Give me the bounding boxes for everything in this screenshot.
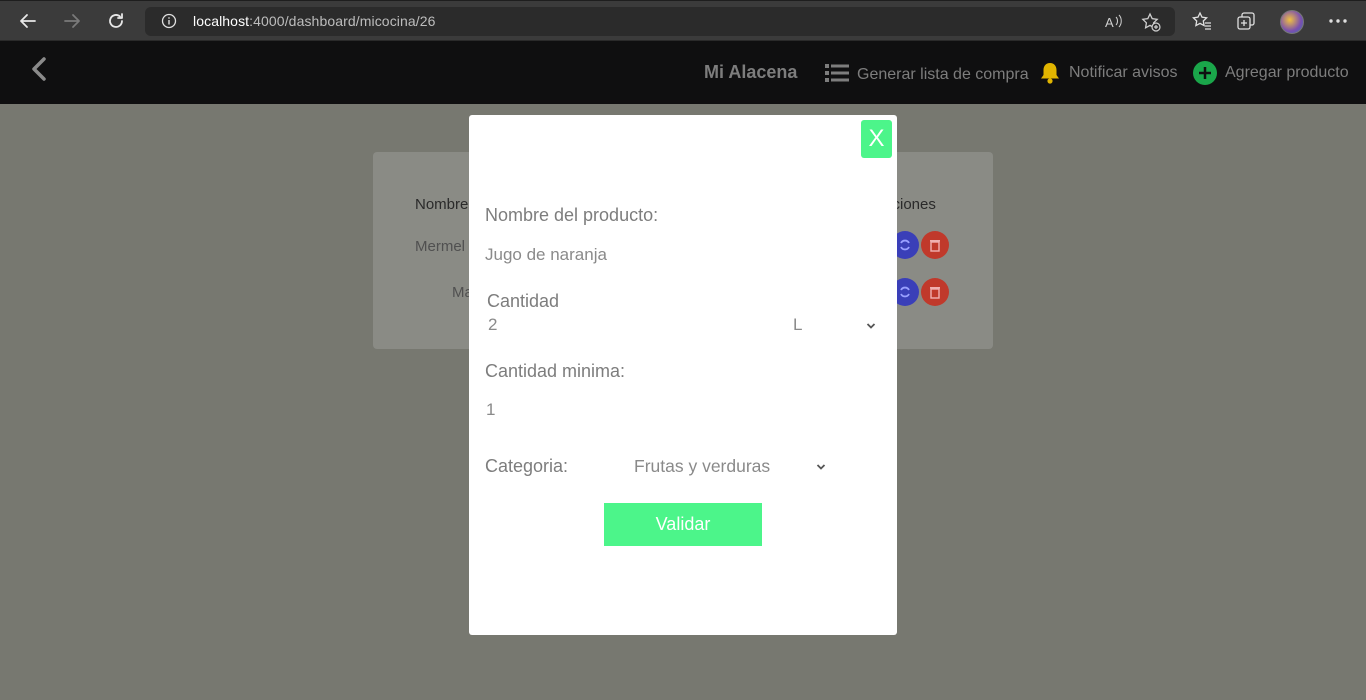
address-bar[interactable]: localhost:4000/dashboard/micocina/26 A bbox=[145, 7, 1175, 36]
product-name-label: Nombre del producto: bbox=[485, 205, 659, 225]
min-quantity-input[interactable]: 1 bbox=[486, 400, 495, 420]
product-name-input[interactable]: Jugo de naranja bbox=[485, 245, 607, 265]
table-row-name: Mermel bbox=[415, 238, 466, 255]
category-select-value: Frutas y verduras bbox=[634, 456, 771, 476]
column-header-name: Nombre bbox=[415, 196, 469, 213]
refresh-icon bbox=[900, 286, 910, 298]
bell-icon bbox=[1039, 61, 1061, 85]
validate-button[interactable]: Validar bbox=[604, 503, 762, 546]
chevron-down-icon bbox=[816, 464, 826, 470]
favorites-icon[interactable] bbox=[1190, 9, 1214, 33]
app-header: Mi Alacena Generar lista de compra Notif… bbox=[0, 41, 1366, 104]
generate-shopping-list-link[interactable]: Generar lista de compra bbox=[825, 62, 1029, 84]
category-label: Categoria: bbox=[485, 456, 569, 476]
plus-circle-icon bbox=[1193, 61, 1217, 85]
quantity-input[interactable]: 2 bbox=[488, 315, 497, 335]
more-menu-icon[interactable] bbox=[1326, 9, 1350, 33]
trash-icon bbox=[930, 287, 940, 299]
reload-icon[interactable] bbox=[104, 9, 128, 33]
profile-avatar[interactable] bbox=[1280, 10, 1304, 34]
shopping-list-label: Generar lista de compra bbox=[857, 66, 1029, 83]
browser-toolbar: localhost:4000/dashboard/micocina/26 A bbox=[0, 0, 1366, 41]
close-button[interactable]: X bbox=[861, 120, 892, 158]
chevron-down-icon bbox=[866, 323, 876, 329]
read-aloud-icon[interactable]: A bbox=[1103, 11, 1125, 33]
collections-icon[interactable] bbox=[1234, 9, 1258, 33]
forward-arrow-icon[interactable] bbox=[60, 9, 84, 33]
notify-alerts-link[interactable]: Notificar avisos bbox=[1039, 61, 1177, 85]
trash-icon bbox=[930, 240, 940, 252]
add-favorite-icon[interactable] bbox=[1140, 11, 1162, 33]
unit-select[interactable]: L bbox=[791, 315, 881, 337]
delete-button[interactable] bbox=[921, 231, 949, 259]
url-path: :4000/dashboard/micocina/26 bbox=[249, 13, 436, 29]
back-chevron-icon[interactable] bbox=[28, 55, 50, 90]
notify-label: Notificar avisos bbox=[1069, 64, 1178, 81]
refresh-icon bbox=[900, 239, 910, 251]
back-arrow-icon[interactable] bbox=[16, 9, 40, 33]
min-quantity-label: Cantidad minima: bbox=[485, 361, 626, 381]
site-info-icon[interactable] bbox=[161, 13, 177, 32]
add-product-link[interactable]: Agregar producto bbox=[1193, 61, 1349, 85]
delete-button[interactable] bbox=[921, 278, 949, 306]
unit-select-value: L bbox=[793, 315, 803, 334]
page-title: Mi Alacena bbox=[704, 62, 798, 82]
quantity-label: Cantidad bbox=[487, 291, 560, 311]
list-icon bbox=[825, 63, 849, 83]
url-host: localhost bbox=[193, 13, 250, 29]
add-product-label: Agregar producto bbox=[1225, 64, 1349, 81]
url-text: localhost:4000/dashboard/micocina/26 bbox=[193, 13, 436, 29]
edit-product-modal: X Nombre del producto: Jugo de naranja C… bbox=[469, 115, 897, 635]
svg-text:A: A bbox=[1105, 15, 1114, 30]
category-select[interactable]: Frutas y verduras bbox=[634, 456, 834, 478]
